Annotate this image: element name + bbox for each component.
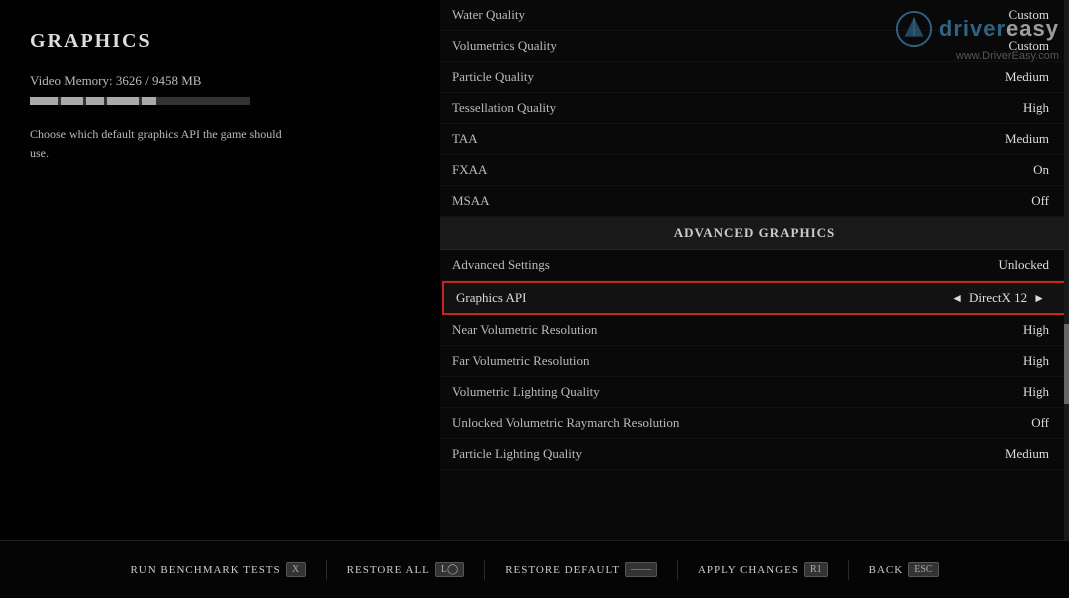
advanced-graphics-header: Advanced Graphics [440, 217, 1069, 250]
setting-msaa[interactable]: MSAA Off [440, 186, 1069, 217]
setting-particle-lighting[interactable]: Particle Lighting Quality Medium [440, 439, 1069, 470]
restore-default-button[interactable]: Restore Default —— [505, 562, 657, 577]
settings-list: Water Quality Custom Volumetrics Quality… [440, 0, 1069, 540]
setting-far-volumetric[interactable]: Far Volumetric Resolution High [440, 346, 1069, 377]
setting-graphics-api[interactable]: Graphics API ◄ DirectX 12 ► [442, 281, 1067, 315]
right-panel: Water Quality Custom Volumetrics Quality… [440, 0, 1069, 540]
scrollbar[interactable] [1064, 0, 1069, 540]
back-button[interactable]: Back ESC [869, 562, 939, 577]
separator-1 [326, 560, 327, 580]
setting-volumetric-lighting[interactable]: Volumetric Lighting Quality High [440, 377, 1069, 408]
video-memory-label: Video Memory: 3626 / 9458 MB [30, 73, 410, 89]
setting-tessellation-quality[interactable]: Tessellation Quality High [440, 93, 1069, 124]
arrow-right-icon[interactable]: ► [1033, 291, 1045, 306]
separator-2 [484, 560, 485, 580]
run-benchmark-button[interactable]: Run Benchmark Tests X [130, 562, 305, 577]
panel-description: Choose which default graphics API the ga… [30, 125, 290, 163]
setting-advanced-settings[interactable]: Advanced Settings Unlocked [440, 250, 1069, 281]
setting-fxaa[interactable]: FXAA On [440, 155, 1069, 186]
bottom-bar: Run Benchmark Tests X Restore All L◯ Res… [0, 540, 1069, 598]
watermark: drivereasy www.DriverEasy.com [895, 10, 1059, 62]
separator-3 [677, 560, 678, 580]
setting-raymarch[interactable]: Unlocked Volumetric Raymarch Resolution … [440, 408, 1069, 439]
setting-near-volumetric[interactable]: Near Volumetric Resolution High [440, 315, 1069, 346]
restore-all-button[interactable]: Restore All L◯ [347, 562, 465, 577]
left-panel: Graphics Video Memory: 3626 / 9458 MB Ch… [0, 0, 440, 540]
panel-title: Graphics [30, 30, 410, 53]
watermark-url: www.DriverEasy.com [956, 50, 1059, 62]
memory-bar [30, 97, 250, 105]
separator-4 [848, 560, 849, 580]
driver-easy-icon [895, 10, 933, 48]
arrow-left-icon[interactable]: ◄ [951, 291, 963, 306]
scrollbar-thumb[interactable] [1064, 324, 1069, 404]
apply-changes-button[interactable]: Apply Changes R1 [698, 562, 828, 577]
setting-particle-quality[interactable]: Particle Quality Medium [440, 62, 1069, 93]
watermark-brand: drivereasy [939, 16, 1059, 42]
setting-taa[interactable]: TAA Medium [440, 124, 1069, 155]
